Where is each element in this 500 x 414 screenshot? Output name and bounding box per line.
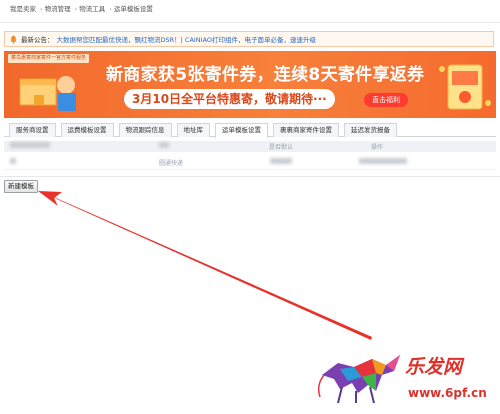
banner-subtitle: 3月10日全平台特惠寄，敬请期待··· xyxy=(124,89,335,109)
banner-cta-button[interactable]: 直击福利 xyxy=(364,93,408,107)
header-default: 是否默认 xyxy=(269,144,294,151)
announcement-bar: 最新公告： 大数据帮您匹配最优快递，飘红物流DSR！| CAINIAO打印组件，… xyxy=(4,31,494,47)
promo-banner[interactable]: 菜鸟惠寄商家寄件一官方寄件服务 新商家获5张寄件券，连续8天寄件享返券 3月10… xyxy=(4,51,496,118)
breadcrumb-item-tools[interactable]: 物流工具 xyxy=(79,5,105,13)
table-header: 是否默认 操作 xyxy=(4,141,496,152)
watermark-url: www.6pf.cn xyxy=(408,386,487,400)
banner-tag: 菜鸟惠寄商家寄件一官方寄件服务 xyxy=(8,54,90,63)
bell-icon xyxy=(10,35,17,44)
delivery-illustration xyxy=(19,76,76,111)
section-divider xyxy=(0,176,500,177)
coupon-illustration xyxy=(439,64,491,110)
header-blurred-2 xyxy=(159,142,169,150)
announcement-label: 最新公告： xyxy=(21,36,54,44)
cell-actions-blurred[interactable] xyxy=(359,158,407,166)
breadcrumb-item-seller[interactable]: 我是卖家 xyxy=(10,5,36,13)
tab-waybill-template[interactable]: 运单模板设置 xyxy=(215,123,268,138)
breadcrumb-separator: › xyxy=(74,5,78,13)
tab-guoguo-merchant[interactable]: 裹裹商家寄件设置 xyxy=(273,123,339,137)
breadcrumb-item-logistics[interactable]: 物流管理 xyxy=(45,5,71,13)
tab-tracking-info[interactable]: 物流跟踪信息 xyxy=(118,123,172,137)
template-table: 是否默认 操作 圆通快递 xyxy=(4,141,496,170)
announcement-link[interactable]: 大数据帮您匹配最优快递，飘红物流DSR！| CAINIAO打印组件，电子面单必备… xyxy=(57,34,317,44)
breadcrumb-separator: › xyxy=(109,5,112,13)
tab-delay-report[interactable]: 延迟发货报备 xyxy=(344,123,397,137)
tab-address-book[interactable]: 地址库 xyxy=(176,123,210,137)
header-actions: 操作 xyxy=(371,144,384,151)
settings-tabs: 服务商设置 运费模板设置 物流跟踪信息 地址库 运单模板设置 裹裹商家寄件设置 … xyxy=(4,123,496,138)
table-row: 圆通快递 xyxy=(4,152,496,170)
new-template-button[interactable]: 新建模板 xyxy=(4,180,38,193)
cell-default-blurred xyxy=(270,158,292,166)
cell-blurred xyxy=(10,158,16,166)
header-divider xyxy=(0,22,500,23)
bull-logo xyxy=(317,355,400,404)
cell-courier: 圆通快递 xyxy=(159,160,184,167)
tab-shipping-template[interactable]: 运费模板设置 xyxy=(60,123,114,137)
watermark-brand: 乐发网 xyxy=(405,356,463,378)
breadcrumb-separator: › xyxy=(40,5,43,13)
header-blurred-1 xyxy=(10,142,50,150)
breadcrumb-item-current: 运单模板设置 xyxy=(113,5,153,13)
breadcrumb: 我是卖家 › 物流管理 › 物流工具 › 运单模板设置 xyxy=(10,3,155,15)
banner-title: 新商家获5张寄件券，连续8天寄件享返券 xyxy=(106,65,425,85)
tab-service-provider[interactable]: 服务商设置 xyxy=(9,123,56,137)
